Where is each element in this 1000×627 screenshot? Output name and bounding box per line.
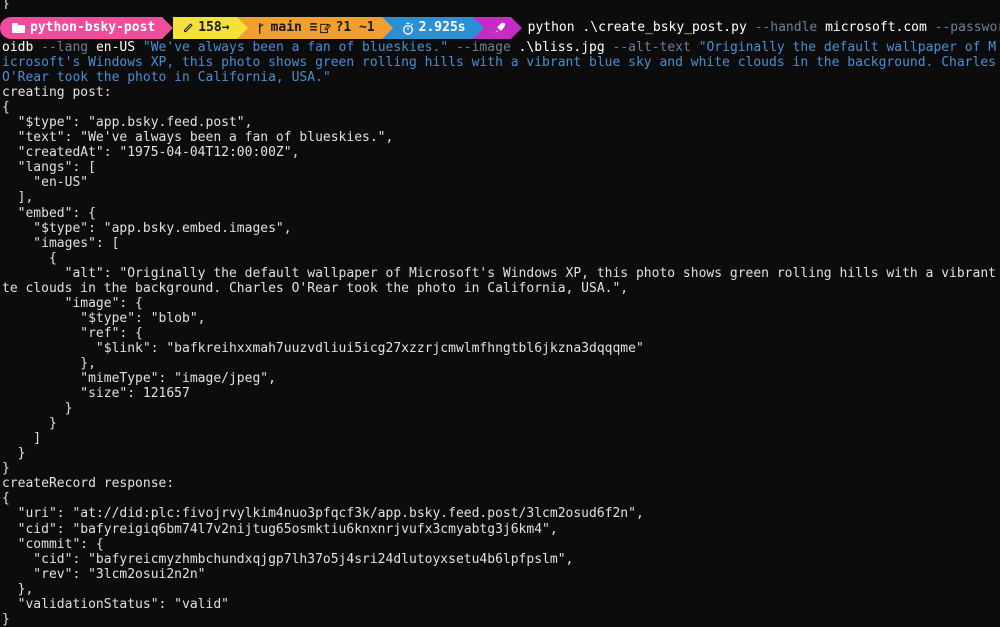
pencil-icon (182, 22, 193, 34)
output-line: "cid": "bafyreicmyzhmbchundxqjgp7lh37o5j… (2, 551, 574, 567)
prompt-branch-label: main ≡ (270, 20, 318, 35)
output-line: "size": 121657 (2, 386, 190, 402)
output-line: "en-US" (2, 175, 89, 191)
powerline-separator-4 (472, 17, 484, 39)
output-line: creating post: (2, 85, 112, 101)
command-script: .\create_bsky_post.py (582, 20, 747, 36)
output-line: "$type": "blob", (2, 310, 206, 326)
output-line: "ref": { (2, 325, 143, 341)
prompt-segment-rocket (483, 17, 511, 39)
output-line: } (2, 446, 26, 462)
command-post-text: "We've always been a fan of blueskies." (142, 40, 449, 55)
output-line: "rev": "3lcm2osui2n2n" (2, 566, 206, 582)
prompt-segment-directory: python-bsky-post (0, 17, 163, 39)
terminal-window: } python-bsky-post 158→ main ≡ ?1 ~1 2.9… (0, 0, 1000, 627)
folder-icon (12, 23, 25, 33)
output-line: "$link": "bafkreihxxmah7uuzvdliui5icg27x… (2, 340, 644, 356)
prompt-directory-label: python-bsky-post (30, 20, 156, 35)
rocket-icon (493, 21, 507, 35)
branch-icon (257, 22, 266, 35)
powerline-separator-2 (236, 17, 248, 39)
output-line: { (2, 250, 57, 266)
command-flag-password: --password (934, 20, 1000, 36)
output-line: "langs": [ (2, 160, 96, 176)
command-arg-handle: microsoft.com (825, 20, 927, 36)
prompt-branch-counts: ?1 ~1 (335, 20, 375, 35)
command-arg-image: .\bliss.jpg (518, 40, 605, 55)
output-line: "text": "We've always been a fan of blue… (2, 130, 394, 146)
terminal-output: creating post:{ "$type": "app.bsky.feed.… (0, 85, 1000, 627)
output-line: "embed": { (2, 205, 96, 221)
powerline-separator-3 (381, 17, 393, 39)
output-line: "validationStatus": "valid" (2, 596, 229, 612)
powerline-prompt: python-bsky-post 158→ main ≡ ?1 ~1 2.925… (0, 17, 1000, 39)
output-line: "$type": "app.bsky.feed.post", (2, 115, 253, 131)
output-line: "alt": "Originally the default wallpaper… (64, 265, 996, 281)
prompt-duration-label: 2.925s (418, 20, 466, 35)
prompt-segment-branch: main ≡ ?1 ~1 (247, 17, 382, 39)
output-line: createRecord response: (2, 476, 175, 492)
powerline-separator-5 (510, 17, 522, 39)
prompt-segment-git-status: 158→ (173, 17, 237, 39)
command-flag-image: --image (455, 40, 511, 55)
edit-icon (319, 23, 331, 34)
output-line: "image": { (2, 295, 143, 311)
output-line: } (2, 416, 57, 432)
prompt-git-label: 158→ (198, 20, 230, 35)
output-line: "images": [ (2, 235, 120, 251)
command-flag-handle: --handle (754, 20, 818, 36)
command-flag-alt-text: --alt-text (612, 40, 691, 55)
output-line: }, (2, 581, 34, 597)
prompt-segment-duration: 2.925s (392, 17, 473, 39)
stopwatch-icon (402, 22, 414, 35)
output-line: { (2, 100, 10, 116)
command-arg-lang: en-US (95, 40, 136, 55)
output-line: "cid": "bafyreigiq6bm74l7v2nijtug65osmkt… (2, 521, 558, 537)
output-line: "createdAt": "1975-04-04T12:00:00Z", (2, 145, 300, 161)
previous-output-fragment: } (2, 0, 10, 9)
command-program: python (527, 20, 575, 36)
output-line: { (2, 491, 10, 507)
output-line: "uri": "at://did:plc:fivojrvylkim4nuo3pf… (2, 506, 644, 522)
output-line: } (2, 401, 73, 417)
output-line: } (2, 611, 10, 627)
output-line: ] (2, 431, 42, 447)
command-wrap-line-1: oidb --lang en-US "We've always been a f… (0, 40, 998, 85)
output-line: te clouds in the background. Charles O'R… (2, 280, 629, 296)
output-line: ], (2, 190, 34, 206)
output-line: "commit": { (2, 536, 104, 552)
powerline-separator-1 (162, 17, 174, 39)
command-line[interactable]: python .\create_bsky_post.py --handle mi… (522, 17, 1000, 39)
output-line: "$type": "app.bsky.embed.images", (2, 220, 292, 236)
command-flag-lang: --lang (41, 40, 89, 55)
output-line: }, (2, 355, 96, 371)
output-line: } (2, 461, 10, 477)
output-line: "mimeType": "image/jpeg", (2, 371, 276, 387)
command-arg-password: oidb (2, 40, 34, 55)
